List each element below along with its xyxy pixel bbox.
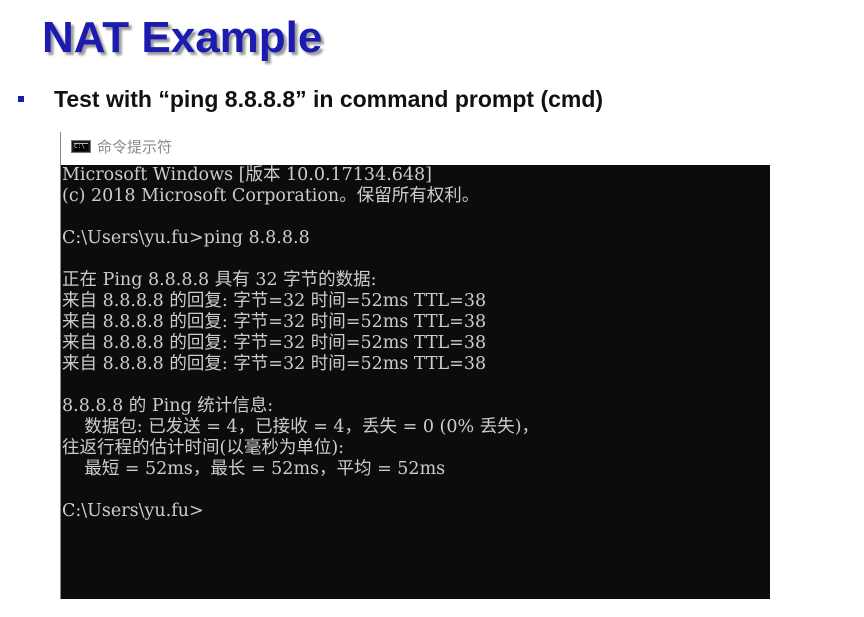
console-output: Microsoft Windows [版本 10.0.17134.648] (c… [60,165,770,599]
console-line: Microsoft Windows [版本 10.0.17134.648] [62,165,432,185]
slide-title: NAT Example [42,13,323,62]
cmd-console-icon: C:\ [71,140,91,153]
console-line: C:\Users\yu.fu>ping 8.8.8.8 [62,228,310,248]
console-line: 8.8.8.8 的 Ping 统计信息: [62,396,274,416]
console-line: 最短 = 52ms，最长 = 52ms，平均 = 52ms [62,459,446,479]
console-line: 来自 8.8.8.8 的回复: 字节=32 时间=52ms TTL=38 [62,291,487,311]
cmd-window-screenshot: C:\ 命令提示符 Microsoft Windows [版本 10.0.171… [60,132,771,599]
console-line: 来自 8.8.8.8 的回复: 字节=32 时间=52ms TTL=38 [62,354,487,374]
bullet-text: Test with “ping 8.8.8.8” in command prom… [54,86,604,112]
bullet-marker [18,96,24,102]
console-line: 来自 8.8.8.8 的回复: 字节=32 时间=52ms TTL=38 [62,312,487,332]
cmd-window-title: 命令提示符 [97,138,173,156]
cmd-icon-glyph: C:\ [74,143,85,150]
console-line: 正在 Ping 8.8.8.8 具有 32 字节的数据: [62,270,377,290]
console-line: 往返行程的估计时间(以毫秒为单位): [62,438,345,458]
cmd-titlebar: C:\ 命令提示符 [60,132,771,165]
console-line: (c) 2018 Microsoft Corporation。保留所有权利。 [62,186,480,206]
console-prompt[interactable]: C:\Users\yu.fu> [62,501,204,522]
console-line: 数据包: 已发送 = 4，已接收 = 4，丢失 = 0 (0% 丢失)， [62,417,540,437]
console-line: 来自 8.8.8.8 的回复: 字节=32 时间=52ms TTL=38 [62,333,487,353]
